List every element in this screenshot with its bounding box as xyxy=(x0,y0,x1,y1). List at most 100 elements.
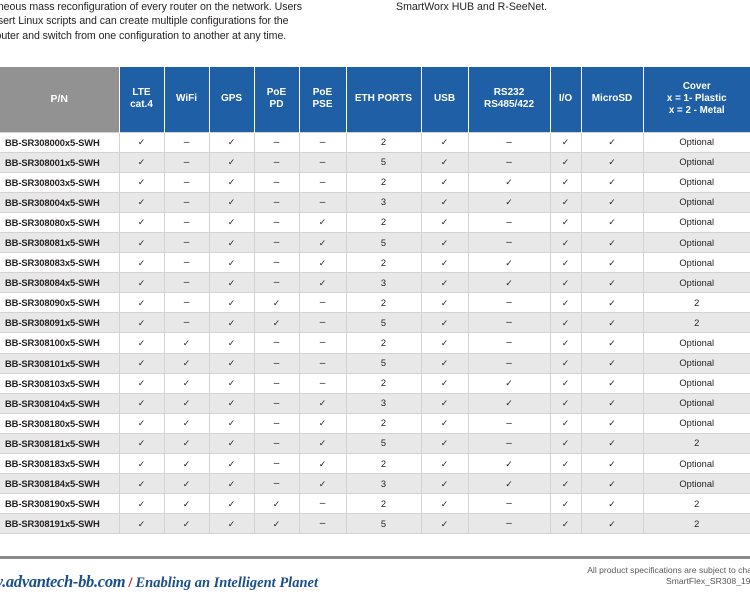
cell-eth: 5 xyxy=(345,513,421,535)
cell-microsd: ✓ xyxy=(580,292,643,314)
cell-eth: 2 xyxy=(345,453,421,475)
cell-lte: ✓ xyxy=(118,232,164,254)
cell-microsd: ✓ xyxy=(580,212,643,233)
table-row: BB-SR308000x5-SWH ✓ – ✓ – – 2 ✓ – ✓ ✓ Optional xyxy=(0,131,750,153)
dash-icon: – xyxy=(183,237,190,249)
column-header-lte-sub: cat.4 xyxy=(130,99,153,111)
column-header-gps-label: GPS xyxy=(220,93,243,105)
check-icon: ✓ xyxy=(137,177,146,188)
intro-left-column: aneous mass reconfiguration of every rou… xyxy=(0,0,412,43)
cell-usb: ✓ xyxy=(420,292,468,314)
cell-microsd: ✓ xyxy=(580,493,643,515)
table-row: BB-SR308083x5-SWH ✓ – ✓ – ✓ 2 ✓ ✓ ✓ ✓ Optional xyxy=(0,252,750,274)
cell-rs232: ✓ xyxy=(467,172,550,193)
dash-icon: – xyxy=(319,377,326,389)
table-row: BB-SR308001x5-SWH ✓ – ✓ – – 5 ✓ – ✓ ✓ Optional xyxy=(0,152,750,173)
cell-part-number: BB-SR308000x5-SWH xyxy=(0,131,119,153)
brand-url[interactable]: w.advantech-bb.com xyxy=(0,572,126,591)
column-header-pn: P/N xyxy=(0,67,120,132)
check-icon: ✓ xyxy=(227,257,236,268)
dash-icon: – xyxy=(319,176,326,188)
cell-cover: Optional xyxy=(642,252,750,274)
cell-gps: ✓ xyxy=(208,332,254,354)
check-icon: ✓ xyxy=(137,398,146,409)
column-header-poe-pd: PoE PD xyxy=(253,67,300,132)
check-icon: ✓ xyxy=(440,378,449,389)
cell-poe-pse: ✓ xyxy=(298,252,346,274)
cell-cover: Optional xyxy=(642,353,750,374)
cell-lte: ✓ xyxy=(118,513,164,535)
table-row: BB-SR308081x5-SWH ✓ – ✓ – ✓ 5 ✓ – ✓ ✓ Optional xyxy=(0,232,750,254)
dash-icon: – xyxy=(319,196,326,208)
check-icon: ✓ xyxy=(561,337,570,348)
cell-rs232: – xyxy=(467,433,550,455)
dash-icon: – xyxy=(506,317,512,329)
check-icon: ✓ xyxy=(272,317,281,328)
table-row: BB-SR308184x5-SWH ✓ ✓ ✓ – ✓ 3 ✓ ✓ ✓ ✓ Optional xyxy=(0,473,750,495)
cell-wifi: ✓ xyxy=(163,513,209,535)
cell-rs232: – xyxy=(467,413,550,434)
check-icon: ✓ xyxy=(561,297,570,308)
cell-lte: ✓ xyxy=(118,393,164,414)
cell-part-number: BB-SR308181x5-SWH xyxy=(0,433,119,455)
check-icon: ✓ xyxy=(227,398,236,409)
check-icon: ✓ xyxy=(318,418,327,429)
check-icon: ✓ xyxy=(137,458,146,469)
cell-rs232: – xyxy=(467,353,550,374)
cell-poe-pd: ✓ xyxy=(253,513,299,535)
dash-icon: – xyxy=(506,216,512,228)
cell-eth: 2 xyxy=(345,212,421,233)
cell-cover: Optional xyxy=(642,272,750,294)
cell-rs232: ✓ xyxy=(467,393,550,414)
check-icon: ✓ xyxy=(608,478,616,489)
cell-usb: ✓ xyxy=(420,453,468,475)
check-icon: ✓ xyxy=(440,197,449,208)
check-icon: ✓ xyxy=(137,277,146,288)
cell-gps: ✓ xyxy=(208,232,254,254)
table-row: BB-SR308084x5-SWH ✓ – ✓ – ✓ 3 ✓ ✓ ✓ ✓ Optional xyxy=(0,272,750,294)
page-root: aneous mass reconfiguration of every rou… xyxy=(0,0,750,608)
dash-icon: – xyxy=(183,317,190,329)
page-footer: w.advantech-bb.com / Enabling an Intellige… xyxy=(0,562,750,608)
cell-poe-pse: ✓ xyxy=(298,473,346,495)
check-icon: ✓ xyxy=(227,297,236,308)
table-row: BB-SR308103x5-SWH ✓ ✓ ✓ – – 2 ✓ ✓ ✓ ✓ Optional xyxy=(0,373,750,394)
table-header-row: P/N LTE cat.4 WiFi GPS PoE PD PoE PSE ET… xyxy=(0,67,750,132)
cell-poe-pd: – xyxy=(253,232,299,254)
check-icon: ✓ xyxy=(608,297,616,308)
cell-eth: 2 xyxy=(345,373,421,394)
column-header-cover-sub: x = 1- Plastic xyxy=(666,93,727,105)
cell-io: ✓ xyxy=(549,332,581,354)
cell-wifi: ✓ xyxy=(163,413,209,434)
dash-icon: – xyxy=(319,156,326,168)
cell-eth: 3 xyxy=(345,272,421,294)
cell-poe-pd: ✓ xyxy=(253,493,299,515)
cell-wifi: ✓ xyxy=(163,493,209,515)
cell-gps: ✓ xyxy=(208,131,254,153)
cell-io: ✓ xyxy=(549,131,581,153)
cell-poe-pse: – xyxy=(298,172,346,193)
dash-icon: – xyxy=(506,437,512,449)
dash-icon: – xyxy=(319,337,326,349)
check-icon: ✓ xyxy=(608,438,616,449)
column-header-usb-label: USB xyxy=(433,93,456,105)
check-icon: ✓ xyxy=(227,498,236,509)
check-icon: ✓ xyxy=(505,398,513,409)
check-icon: ✓ xyxy=(318,478,327,489)
intro-right-column: SmartWorx HUB and R-SeeNet. xyxy=(396,0,746,14)
cell-lte: ✓ xyxy=(118,252,164,274)
check-icon: ✓ xyxy=(561,398,570,409)
check-icon: ✓ xyxy=(561,498,570,509)
cell-part-number: BB-SR308103x5-SWH xyxy=(0,373,119,394)
check-icon: ✓ xyxy=(561,197,570,208)
cell-poe-pse: – xyxy=(298,373,346,394)
dash-icon: – xyxy=(183,257,190,269)
check-icon: ✓ xyxy=(440,438,449,449)
cell-poe-pse: – xyxy=(298,493,346,515)
cell-gps: ✓ xyxy=(208,192,254,213)
cell-cover: Optional xyxy=(642,332,750,354)
check-icon: ✓ xyxy=(505,197,513,208)
cell-poe-pd: – xyxy=(253,373,299,394)
table-row: BB-SR308183x5-SWH ✓ ✓ ✓ – ✓ 2 ✓ ✓ ✓ ✓ Optional xyxy=(0,453,750,475)
column-header-pn-label: P/N xyxy=(50,93,68,106)
